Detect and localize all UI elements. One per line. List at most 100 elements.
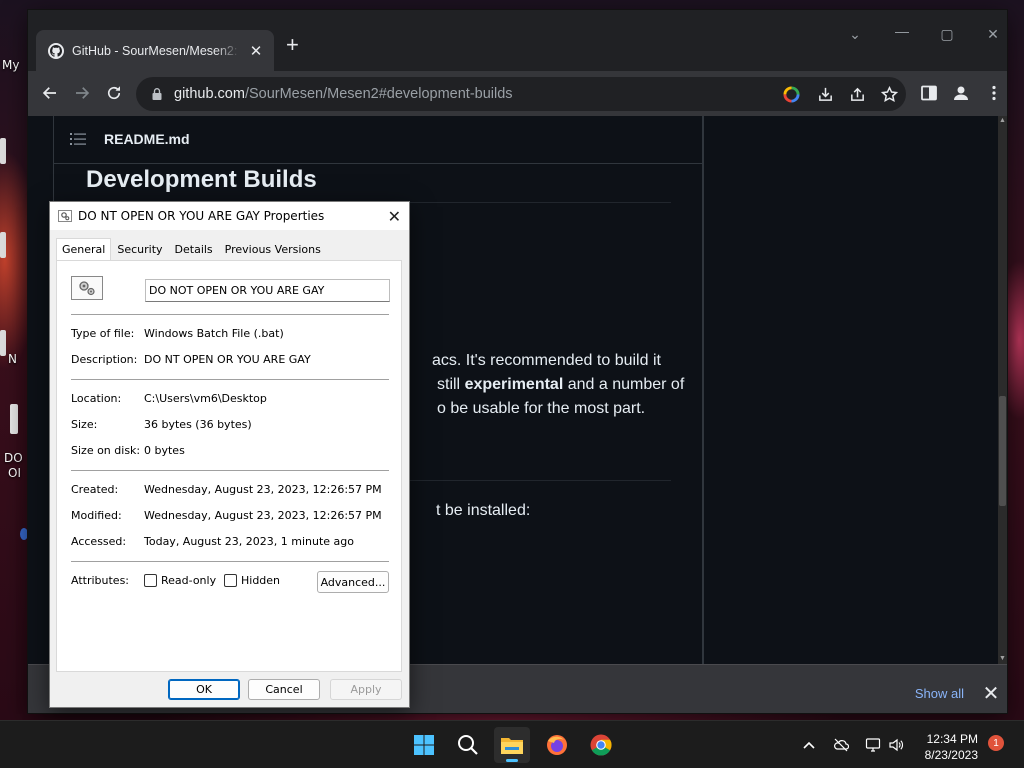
- url-text[interactable]: github.com/SourMesen/Mesen2#development-…: [174, 86, 513, 102]
- taskbar: 12:34 PM 8/23/2023: [0, 720, 1024, 768]
- readme-text: acs. It's recommended to build it: [432, 352, 661, 369]
- file-name-field[interactable]: [145, 279, 390, 302]
- chrome-icon[interactable]: [583, 727, 619, 763]
- dialog-close-icon[interactable]: ✕: [388, 207, 401, 226]
- volume-icon[interactable]: [886, 735, 906, 755]
- separator: [71, 379, 389, 380]
- close-download-bar-icon[interactable]: ✕: [981, 681, 1001, 706]
- advanced-button[interactable]: Advanced...: [317, 571, 389, 593]
- minimize-icon[interactable]: —: [892, 23, 912, 39]
- cancel-button[interactable]: Cancel: [248, 679, 320, 700]
- desktop-icon-label[interactable]: My: [2, 58, 19, 72]
- network-icon[interactable]: [863, 735, 883, 755]
- hidden-label: Hidden: [241, 574, 281, 587]
- clock-time: 12:34 PM: [926, 732, 978, 746]
- tab-strip: GitHub - SourMesen/Mesen2: M ✕ + ⌄ — ▢ ✕: [28, 10, 1007, 71]
- desktop-icon[interactable]: [20, 528, 28, 540]
- browser-toolbar: github.com/SourMesen/Mesen2#development-…: [28, 71, 1007, 116]
- firefox-icon[interactable]: [539, 727, 575, 763]
- separator: [71, 314, 389, 315]
- readme-text: t be installed:: [436, 502, 531, 519]
- onedrive-icon[interactable]: [831, 735, 851, 755]
- accessed-label: Accessed:: [71, 535, 127, 548]
- desktop-icon[interactable]: [0, 232, 6, 258]
- page-scrollbar[interactable]: ▲ ▼: [998, 116, 1007, 664]
- google-lens-icon[interactable]: [782, 85, 800, 103]
- scrollbar-thumb[interactable]: [999, 396, 1006, 506]
- profile-icon[interactable]: [951, 83, 971, 103]
- tab-security[interactable]: Security: [111, 238, 168, 260]
- share-icon[interactable]: [848, 85, 866, 103]
- bookmark-star-icon[interactable]: [880, 85, 898, 103]
- new-tab-icon[interactable]: +: [286, 34, 299, 56]
- checkbox-box[interactable]: [144, 574, 157, 587]
- address-bar[interactable]: github.com/SourMesen/Mesen2#development-…: [136, 77, 906, 111]
- desktop-icon-label[interactable]: N: [8, 352, 17, 366]
- side-panel-icon[interactable]: [919, 83, 939, 103]
- show-all-downloads-link[interactable]: Show all: [915, 686, 964, 701]
- notification-badge[interactable]: 1: [988, 735, 1004, 751]
- outline-list-icon[interactable]: [70, 132, 86, 146]
- dialog-titlebar[interactable]: DO NT OPEN OR YOU ARE GAY Properties ✕: [50, 202, 409, 230]
- readme-text: still experimental and a number of: [437, 376, 685, 393]
- readme-header: README.md: [54, 116, 702, 164]
- size-label: Size:: [71, 418, 98, 431]
- tab-search-icon[interactable]: ⌄: [845, 26, 865, 43]
- file-icon[interactable]: [10, 404, 18, 434]
- size-on-disk-value: 0 bytes: [144, 444, 185, 457]
- properties-dialog: DO NT OPEN OR YOU ARE GAY Properties ✕ G…: [49, 201, 410, 708]
- apply-button[interactable]: Apply: [330, 679, 402, 700]
- tab-details[interactable]: Details: [169, 238, 219, 260]
- modified-value: Wednesday, August 23, 2023, 12:26:57 PM: [144, 509, 382, 522]
- system-clock[interactable]: 12:34 PM 8/23/2023: [912, 731, 978, 763]
- checkbox-box[interactable]: [224, 574, 237, 587]
- show-hidden-icons-icon[interactable]: [799, 735, 819, 755]
- type-of-file-label: Type of file:: [71, 327, 135, 340]
- attributes-label: Attributes:: [71, 574, 130, 587]
- file-explorer-icon[interactable]: [494, 727, 530, 763]
- windows-start-icon[interactable]: [406, 727, 442, 763]
- hidden-checkbox[interactable]: Hidden: [224, 574, 280, 587]
- desktop-icon-label[interactable]: DO: [4, 451, 23, 465]
- forward-icon[interactable]: [71, 82, 93, 104]
- scroll-down-icon[interactable]: ▼: [998, 654, 1007, 664]
- reload-icon[interactable]: [103, 82, 125, 104]
- readme-text: o be usable for the most part.: [437, 400, 646, 417]
- scroll-up-icon[interactable]: ▲: [998, 116, 1007, 126]
- browser-tab[interactable]: GitHub - SourMesen/Mesen2: M ✕: [36, 30, 274, 71]
- location-label: Location:: [71, 392, 122, 405]
- tab-previous-versions[interactable]: Previous Versions: [219, 238, 327, 260]
- dialog-title: DO NT OPEN OR YOU ARE GAY Properties: [78, 209, 325, 223]
- read-only-checkbox[interactable]: Read-only: [144, 574, 216, 587]
- github-icon: [48, 42, 64, 59]
- desktop-icon[interactable]: [0, 138, 6, 164]
- sidebar-column: [703, 116, 998, 664]
- close-window-icon[interactable]: ✕: [983, 26, 1003, 43]
- tab-general[interactable]: General: [56, 238, 112, 261]
- size-value: 36 bytes (36 bytes): [144, 418, 252, 431]
- search-icon[interactable]: [450, 727, 486, 763]
- tab-title: GitHub - SourMesen/Mesen2: M: [72, 43, 240, 58]
- description-label: Description:: [71, 353, 138, 366]
- location-value: C:\Users\vm6\Desktop: [144, 392, 267, 405]
- ok-button[interactable]: OK: [168, 679, 240, 700]
- desktop-icon[interactable]: [0, 330, 6, 356]
- lock-icon[interactable]: [150, 87, 164, 101]
- readme-filename[interactable]: README.md: [104, 131, 190, 147]
- back-icon[interactable]: [39, 82, 61, 104]
- maximize-icon[interactable]: ▢: [937, 26, 957, 43]
- install-app-icon[interactable]: [816, 85, 834, 103]
- accessed-value: Today, August 23, 2023, 1 minute ago: [144, 535, 355, 548]
- tab-close-icon[interactable]: ✕: [248, 42, 264, 60]
- modified-label: Modified:: [71, 509, 122, 522]
- dialog-tabs: General Security Details Previous Versio…: [56, 238, 327, 261]
- more-menu-icon[interactable]: [984, 83, 1004, 103]
- batch-file-icon: [71, 276, 103, 300]
- created-value: Wednesday, August 23, 2023, 12:26:57 PM: [144, 483, 382, 496]
- type-of-file-value: Windows Batch File (.bat): [144, 327, 284, 340]
- desktop-icon-label[interactable]: OI: [8, 466, 21, 480]
- batch-file-icon: [58, 210, 72, 222]
- separator: [71, 561, 389, 562]
- read-only-label: Read-only: [161, 574, 217, 587]
- clock-date: 8/23/2023: [924, 748, 978, 762]
